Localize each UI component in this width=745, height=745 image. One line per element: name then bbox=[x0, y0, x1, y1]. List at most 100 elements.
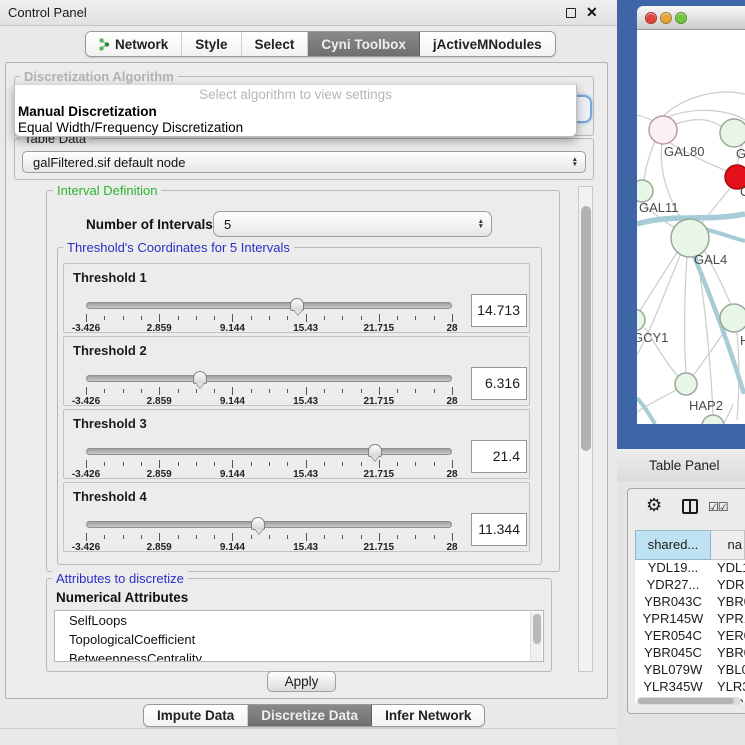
cell-shared-name[interactable]: YBR045C bbox=[635, 645, 711, 662]
network-canvas[interactable]: GAL80GACGAL11GAL4GCY1HHAP2 bbox=[637, 30, 745, 424]
cell-name[interactable]: YBL0 bbox=[711, 662, 745, 679]
tab-cyni-toolbox[interactable]: Cyni Toolbox bbox=[308, 32, 420, 56]
tick-mark bbox=[434, 535, 435, 539]
network-node[interactable] bbox=[649, 116, 677, 144]
minimize-traffic-light-icon[interactable] bbox=[660, 12, 672, 24]
attribute-list-item[interactable]: BetweennessCentrality bbox=[55, 649, 543, 662]
table-horizontal-scrollbar[interactable] bbox=[637, 697, 741, 705]
close-traffic-light-icon[interactable] bbox=[645, 12, 657, 24]
tab-style[interactable]: Style bbox=[182, 32, 241, 56]
table-row[interactable]: YPR145WYPR1 bbox=[635, 611, 745, 628]
cell-shared-name[interactable]: YER054C bbox=[635, 628, 711, 645]
select-columns-checkboxes-icon[interactable] bbox=[708, 500, 728, 514]
slider-track[interactable] bbox=[86, 448, 452, 455]
numerical-attributes-label: Numerical Attributes bbox=[52, 590, 192, 605]
network-node[interactable] bbox=[637, 180, 653, 202]
network-node[interactable] bbox=[720, 304, 745, 332]
scrollbar-thumb[interactable] bbox=[581, 206, 591, 451]
threshold-4-slider[interactable]: -3.4262.8599.14415.4321.71528 bbox=[86, 517, 452, 551]
slider-track[interactable] bbox=[86, 375, 452, 382]
table-row[interactable]: YER054CYER0 bbox=[635, 628, 745, 645]
slider-track[interactable] bbox=[86, 521, 452, 528]
column-header-name[interactable]: na bbox=[711, 530, 745, 560]
table-row[interactable]: YLR345WYLR3 bbox=[635, 679, 745, 696]
table-row[interactable]: YBR045CYBR0 bbox=[635, 645, 745, 662]
gear-icon[interactable] bbox=[646, 495, 662, 516]
slider-thumb[interactable] bbox=[290, 298, 304, 311]
slider-thumb[interactable] bbox=[251, 517, 265, 530]
columns-icon[interactable] bbox=[682, 499, 698, 514]
tab-impute-data[interactable]: Impute Data bbox=[144, 705, 248, 726]
network-node[interactable] bbox=[720, 119, 745, 147]
tick-mark bbox=[141, 462, 142, 466]
network-node-label: HAP2 bbox=[689, 398, 723, 413]
cell-shared-name[interactable]: YLR345W bbox=[635, 679, 711, 696]
table-rows[interactable]: YDL19...YDL1YDR27...YDR2YBR043CYBR0YPR14… bbox=[635, 560, 745, 702]
table-data-combobox[interactable]: galFiltered.sif default node bbox=[22, 151, 586, 173]
cell-name[interactable]: YDR2 bbox=[711, 577, 745, 594]
attributes-list-scrollbar[interactable] bbox=[530, 612, 542, 662]
tab-discretize-data[interactable]: Discretize Data bbox=[248, 705, 372, 726]
network-node[interactable] bbox=[637, 309, 645, 331]
threshold-3-value-field[interactable]: 21.4 bbox=[471, 440, 527, 473]
cell-name[interactable]: YBR0 bbox=[711, 645, 745, 662]
tab-label: Select bbox=[255, 37, 295, 52]
tick-mark bbox=[104, 535, 105, 539]
tab-jactivemnodules[interactable]: jActiveMNodules bbox=[420, 32, 555, 56]
algorithm-option-manual[interactable]: Manual Discretization bbox=[18, 104, 157, 119]
algorithm-option-equal-width[interactable]: Equal Width/Frequency Discretization bbox=[18, 120, 243, 135]
cell-name[interactable]: YDL1 bbox=[711, 560, 745, 577]
number-of-intervals-combobox[interactable]: 5 bbox=[213, 211, 492, 237]
slider-track[interactable] bbox=[86, 302, 452, 309]
cell-shared-name[interactable]: YPR145W bbox=[635, 611, 711, 628]
threshold-2-value-field[interactable]: 6.316 bbox=[471, 367, 527, 400]
cell-shared-name[interactable]: YDR27... bbox=[635, 577, 711, 594]
cell-shared-name[interactable]: YDL19... bbox=[635, 560, 711, 577]
network-window-titlebar[interactable] bbox=[637, 6, 745, 30]
scrollbar-thumb[interactable] bbox=[638, 698, 734, 704]
network-node[interactable] bbox=[675, 373, 697, 395]
tick-label: -3.426 bbox=[72, 323, 100, 334]
table-row[interactable]: YBL079WYBL0 bbox=[635, 662, 745, 679]
threshold-4-value-field[interactable]: 11.344 bbox=[471, 513, 527, 546]
tick-mark bbox=[232, 314, 233, 322]
table-header-row: shared... na bbox=[635, 530, 745, 560]
tick-mark bbox=[251, 462, 252, 466]
tick-label: 2.859 bbox=[147, 542, 172, 553]
cell-shared-name[interactable]: YBR043C bbox=[635, 594, 711, 611]
network-node-label: C bbox=[740, 184, 745, 199]
panel-vertical-scrollbar[interactable] bbox=[578, 186, 593, 672]
float-window-icon[interactable] bbox=[566, 8, 576, 18]
attribute-list-item[interactable]: SelfLoops bbox=[55, 611, 543, 630]
threshold-1-value-field[interactable]: 14.713 bbox=[471, 294, 527, 327]
close-icon[interactable] bbox=[586, 4, 598, 21]
slider-thumb[interactable] bbox=[193, 371, 207, 384]
tick-label: 15.43 bbox=[293, 469, 318, 480]
tick-mark bbox=[214, 462, 215, 466]
cell-name[interactable]: YER0 bbox=[711, 628, 745, 645]
tab-network[interactable]: Network bbox=[86, 32, 182, 56]
cell-name[interactable]: YLR3 bbox=[711, 679, 745, 696]
column-header-shared-name[interactable]: shared... bbox=[635, 530, 711, 560]
cell-shared-name[interactable]: YBL079W bbox=[635, 662, 711, 679]
attribute-list-item[interactable]: TopologicalCoefficient bbox=[55, 630, 543, 649]
tick-label: 9.144 bbox=[220, 469, 245, 480]
tab-select[interactable]: Select bbox=[242, 32, 309, 56]
numerical-attributes-list[interactable]: SelfLoopsTopologicalCoefficientBetweenne… bbox=[54, 610, 544, 662]
table-row[interactable]: YDR27...YDR2 bbox=[635, 577, 745, 594]
tick-mark bbox=[269, 389, 270, 393]
cell-name[interactable]: YPR1 bbox=[711, 611, 745, 628]
threshold-1-slider[interactable]: -3.4262.8599.14415.4321.71528 bbox=[86, 298, 452, 332]
zoom-traffic-light-icon[interactable] bbox=[675, 12, 687, 24]
tab-infer-network[interactable]: Infer Network bbox=[372, 705, 484, 726]
network-node[interactable] bbox=[702, 415, 724, 424]
tick-mark bbox=[196, 535, 197, 539]
slider-thumb[interactable] bbox=[368, 444, 382, 457]
tick-mark bbox=[232, 460, 233, 468]
apply-button[interactable]: Apply bbox=[267, 671, 336, 692]
table-row[interactable]: YBR043CYBR0 bbox=[635, 594, 745, 611]
threshold-3-slider[interactable]: -3.4262.8599.14415.4321.71528 bbox=[86, 444, 452, 478]
table-row[interactable]: YDL19...YDL1 bbox=[635, 560, 745, 577]
threshold-2-slider[interactable]: -3.4262.8599.14415.4321.71528 bbox=[86, 371, 452, 405]
cell-name[interactable]: YBR0 bbox=[711, 594, 745, 611]
